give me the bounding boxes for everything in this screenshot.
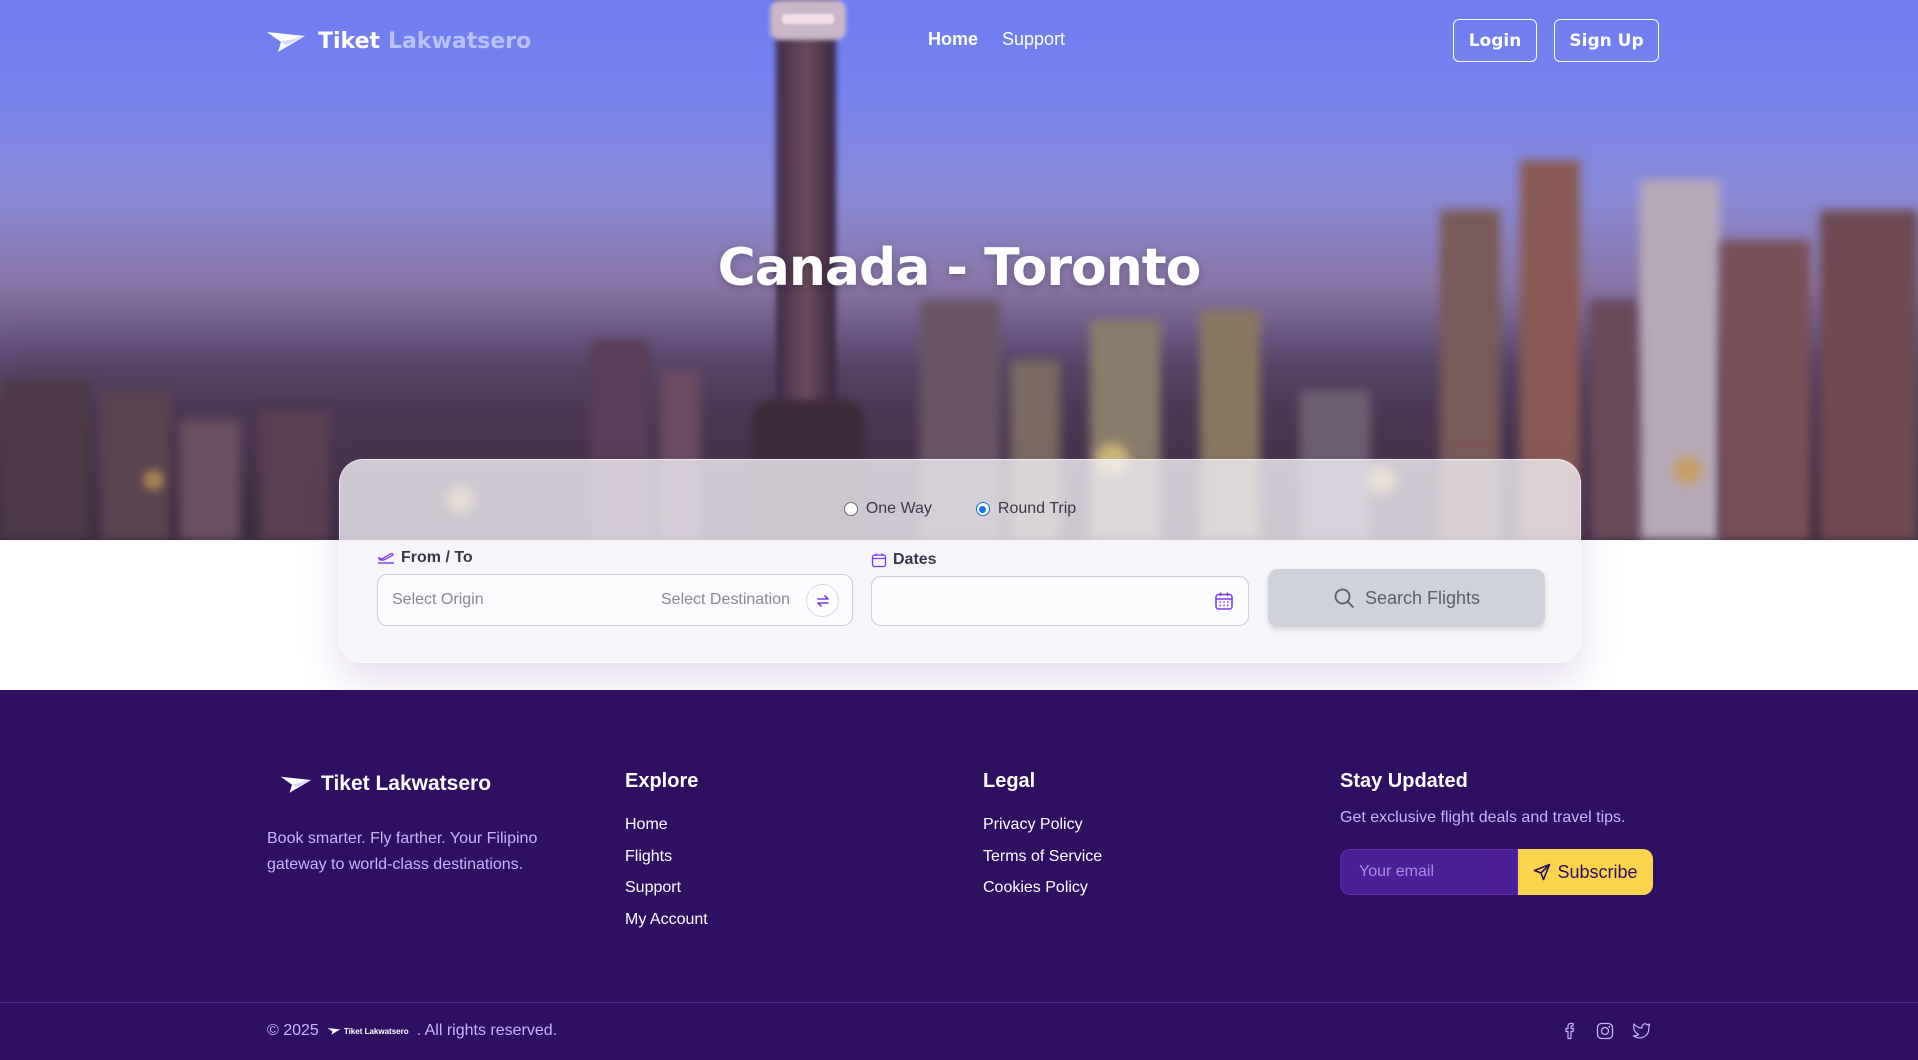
site-footer: Tiket Lakwatsero Book smarter. Fly farth…: [0, 690, 1918, 1060]
copyright-mini-logo: Tiket Lakwatsero: [327, 1026, 409, 1036]
round-trip-radio[interactable]: [975, 502, 990, 516]
footer-tagline: Book smarter. Fly farther. Your Filipino…: [267, 830, 538, 873]
one-way-label: One Way: [865, 500, 932, 517]
newsletter-email-input[interactable]: Your email: [1340, 849, 1518, 895]
footer-explore-heading: Explore: [625, 770, 699, 792]
footer-newsletter-text: Get exclusive flight deals and travel ti…: [1340, 809, 1626, 826]
footer-divider: [0, 1002, 1918, 1003]
search-flights-button[interactable]: Search Flights: [1268, 569, 1545, 627]
hero-title: Canada - Toronto: [717, 238, 1202, 298]
footer-copyright: © 2025 Tiket Lakwatsero . All rights res…: [267, 1022, 557, 1040]
footer-link-terms-of-service[interactable]: Terms of Service: [983, 841, 1102, 873]
social-links: [1562, 1022, 1651, 1040]
copyright-brand: Tiket Lakwatsero: [343, 1026, 409, 1036]
facebook-icon[interactable]: [1562, 1022, 1578, 1040]
swap-route-button[interactable]: [806, 584, 839, 617]
newsletter-form: Your email Subscribe: [1340, 849, 1653, 895]
plane-departure-icon: [377, 553, 394, 564]
dates-label: Dates: [871, 551, 937, 569]
subscribe-label: Subscribe: [1557, 861, 1638, 882]
brand-name-first: Tiket: [318, 28, 381, 54]
footer-legal-heading: Legal: [983, 770, 1036, 792]
round-trip-label: Round Trip: [997, 500, 1077, 517]
origin-select[interactable]: Select Origin: [392, 591, 484, 609]
footer-newsletter-column: Stay Updated Get exclusive flight deals …: [1340, 770, 1625, 827]
instagram-icon[interactable]: [1596, 1022, 1614, 1040]
footer-stay-updated-heading: Stay Updated: [1340, 770, 1468, 792]
twitter-icon[interactable]: [1632, 1022, 1651, 1039]
brand-logo[interactable]: Tiket Lakwatsero: [266, 26, 531, 56]
one-way-radio[interactable]: [843, 502, 858, 516]
from-to-label-text: From / To: [401, 549, 473, 566]
destination-select[interactable]: Select Destination: [661, 591, 790, 609]
login-button[interactable]: Login: [1453, 19, 1537, 62]
brand-name-second: Lakwatsero: [388, 28, 532, 54]
trip-type-one-way[interactable]: One Way: [843, 500, 932, 518]
send-icon: [1534, 863, 1551, 881]
route-input-group: Select Origin Select Destination: [377, 574, 853, 626]
footer-legal-column: Legal Privacy Policy Terms of Service Co…: [983, 770, 1102, 904]
footer-link-home[interactable]: Home: [625, 809, 708, 841]
footer-link-privacy-policy[interactable]: Privacy Policy: [983, 809, 1102, 841]
footer-link-my-account[interactable]: My Account: [625, 904, 708, 936]
nav-link-home[interactable]: Home: [928, 29, 978, 50]
footer-link-flights[interactable]: Flights: [625, 841, 708, 873]
top-navbar: Tiket Lakwatsero Home Support Login Sign…: [0, 0, 1918, 80]
search-flights-label: Search Flights: [1364, 587, 1481, 608]
signup-button[interactable]: Sign Up: [1554, 19, 1659, 62]
nav-link-support[interactable]: Support: [1002, 29, 1065, 50]
paper-plane-logo-icon: [327, 1028, 341, 1035]
search-icon: [1334, 588, 1354, 608]
dates-input[interactable]: [871, 576, 1249, 626]
footer-explore-column: Explore Home Flights Support My Account: [625, 770, 708, 935]
paper-plane-logo-icon: [280, 776, 312, 793]
flight-search-card: One Way Round Trip From / To Select Orig…: [339, 459, 1581, 663]
swap-arrows-icon: [816, 594, 829, 607]
footer-link-cookies-policy[interactable]: Cookies Policy: [983, 872, 1102, 904]
footer-brand[interactable]: Tiket Lakwatsero: [279, 772, 491, 796]
footer-link-support[interactable]: Support: [625, 872, 708, 904]
calendar-label-icon: [871, 553, 887, 568]
trip-type-selector: One Way Round Trip: [340, 500, 1580, 518]
footer-brand-name: Tiket Lakwatsero: [321, 772, 492, 795]
from-to-label: From / To: [377, 549, 473, 567]
copyright-year: © 2025: [267, 1022, 319, 1039]
dates-label-text: Dates: [893, 551, 937, 568]
copyright-text: . All rights reserved.: [416, 1022, 558, 1039]
subscribe-button[interactable]: Subscribe: [1518, 849, 1653, 895]
nav-links: Home Support: [928, 29, 1065, 50]
trip-type-round-trip[interactable]: Round Trip: [975, 500, 1077, 518]
calendar-icon[interactable]: [1214, 591, 1234, 611]
paper-plane-logo-icon: [267, 32, 305, 52]
